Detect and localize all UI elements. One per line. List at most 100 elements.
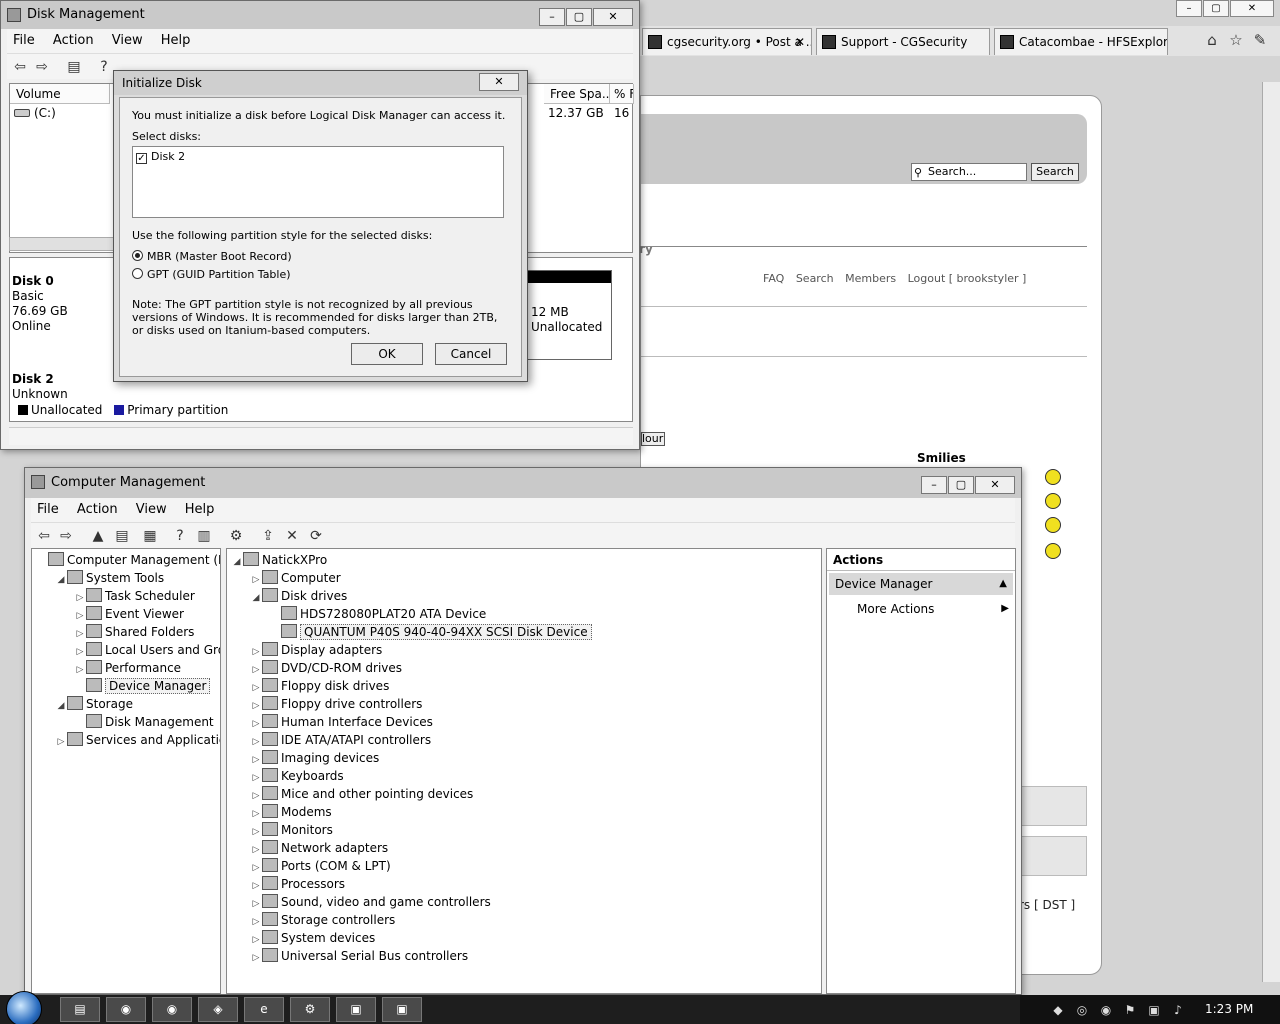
disk-list-item[interactable]: ✓ Disk 2 bbox=[136, 150, 185, 164]
device-tree-item-keyboards[interactable]: ▷ Keyboards bbox=[250, 767, 344, 785]
faq-link[interactable]: FAQ bbox=[763, 272, 784, 285]
menu-help[interactable]: Help bbox=[161, 33, 191, 48]
maximize-button[interactable]: ▢ bbox=[566, 8, 592, 26]
device-tree-item-sound-video-and-game-controllers[interactable]: ▷ Sound, video and game controllers bbox=[250, 893, 491, 911]
help-icon[interactable]: ? bbox=[95, 58, 113, 76]
wrench-icon[interactable]: ✎ bbox=[1250, 30, 1270, 50]
taskbar-button[interactable]: ▤ bbox=[60, 997, 100, 1022]
minimize-button[interactable]: – bbox=[539, 8, 565, 26]
logout-link[interactable]: Logout [ brookstyler ] bbox=[908, 272, 1027, 285]
browser-close-button[interactable]: ✕ bbox=[1230, 0, 1274, 17]
home-icon[interactable]: ⌂ bbox=[1202, 30, 1222, 50]
menu-view[interactable]: View bbox=[112, 33, 143, 48]
expand-arrow-icon[interactable]: ▷ bbox=[55, 733, 67, 751]
console-tree-item-local-users-and-groups[interactable]: ▷Local Users and Groups bbox=[74, 641, 220, 659]
search-link[interactable]: Search bbox=[796, 272, 834, 285]
horizontal-scrollbar[interactable] bbox=[9, 237, 129, 251]
browser-tab[interactable]: cgsecurity.org • Post a ... ✕ bbox=[642, 28, 812, 55]
more-actions-item[interactable]: More Actions ▶ bbox=[857, 599, 1009, 619]
members-link[interactable]: Members bbox=[845, 272, 896, 285]
properties-icon[interactable]: ▦ bbox=[141, 527, 159, 545]
browser-minimize-button[interactable]: – bbox=[1176, 0, 1202, 17]
forward-icon[interactable]: ⇨ bbox=[57, 527, 75, 545]
close-tab-icon[interactable]: ✕ bbox=[795, 29, 805, 55]
scan-hardware-icon[interactable]: ⚙ bbox=[227, 527, 245, 545]
menu-view[interactable]: View bbox=[136, 502, 167, 517]
forum-search-button[interactable]: Search bbox=[1031, 163, 1079, 181]
tray-flag-icon[interactable]: ⚑ bbox=[1122, 1002, 1138, 1018]
taskbar-button[interactable]: ⚙ bbox=[290, 997, 330, 1022]
minimize-button[interactable]: – bbox=[921, 476, 947, 494]
device-tree-item-universal-serial-bus-controllers[interactable]: ▷ Universal Serial Bus controllers bbox=[250, 947, 468, 965]
device-tree-item-storage-controllers[interactable]: ▷ Storage controllers bbox=[250, 911, 395, 929]
device-tree-item-disk-drives[interactable]: ◢ Disk drives bbox=[250, 587, 347, 605]
device-tree-item-network-adapters[interactable]: ▷ Network adapters bbox=[250, 839, 388, 857]
column-volume[interactable]: Volume bbox=[10, 84, 110, 104]
clock[interactable]: 1:23 PM bbox=[1205, 995, 1253, 1024]
expand-arrow-icon[interactable]: ◢ bbox=[250, 589, 262, 607]
device-tree-item-display-adapters[interactable]: ▷ Display adapters bbox=[250, 641, 382, 659]
mbr-option[interactable]: MBR (Master Boot Record) bbox=[132, 250, 292, 263]
menu-help[interactable]: Help bbox=[185, 502, 215, 517]
collapse-icon[interactable]: ▲ bbox=[999, 573, 1007, 595]
device-tree-item-dvd-cd-rom-drives[interactable]: ▷ DVD/CD-ROM drives bbox=[250, 659, 402, 677]
device-tree-item-human-interface-devices[interactable]: ▷ Human Interface Devices bbox=[250, 713, 433, 731]
mbr-radio[interactable] bbox=[132, 250, 143, 261]
device-tree-item-processors[interactable]: ▷ Processors bbox=[250, 875, 345, 893]
action-pane-icon[interactable]: ▥ bbox=[195, 527, 213, 545]
console-tree-icon[interactable]: ▤ bbox=[65, 58, 83, 76]
volume-row[interactable]: (C:) bbox=[14, 106, 56, 120]
device-tree-item-monitors[interactable]: ▷ Monitors bbox=[250, 821, 333, 839]
cancel-button[interactable]: Cancel bbox=[435, 343, 507, 365]
smiley-icon[interactable] bbox=[1045, 493, 1061, 509]
expand-arrow-icon[interactable]: ◢ bbox=[231, 553, 243, 571]
browser-scrollbar[interactable] bbox=[1262, 82, 1280, 982]
help-icon[interactable]: ? bbox=[171, 527, 189, 545]
column-free-space[interactable]: Free Spa... bbox=[544, 84, 610, 104]
smiley-icon[interactable] bbox=[1045, 469, 1061, 485]
disk0-label[interactable]: Disk 0 Basic 76.69 GB Online bbox=[12, 274, 116, 334]
tray-connection-icon[interactable]: ▣ bbox=[1146, 1002, 1162, 1018]
smiley-icon[interactable] bbox=[1045, 517, 1061, 533]
menu-action[interactable]: Action bbox=[77, 502, 118, 517]
expand-arrow-icon[interactable]: ◢ bbox=[55, 571, 67, 589]
device-tree-item-quantum-p40s-940-40-94xx-scsi-disk-device[interactable]: QUANTUM P40S 940-40-94XX SCSI Disk Devic… bbox=[269, 623, 592, 641]
smiley-icon[interactable] bbox=[1045, 543, 1061, 559]
device-tree-item-natickxpro[interactable]: ◢ NatickXPro bbox=[231, 551, 327, 569]
console-tree-item-device-manager[interactable]: Device Manager bbox=[74, 677, 211, 695]
menu-file[interactable]: File bbox=[13, 33, 35, 48]
disk2-label[interactable]: Disk 2 Unknown bbox=[12, 372, 116, 402]
gpt-option[interactable]: GPT (GUID Partition Table) bbox=[132, 268, 291, 281]
device-tree-item-modems[interactable]: ▷ Modems bbox=[250, 803, 332, 821]
device-tree-item-floppy-disk-drives[interactable]: ▷ Floppy disk drives bbox=[250, 677, 389, 695]
close-button[interactable]: ✕ bbox=[975, 476, 1015, 494]
show-hide-tree-icon[interactable]: ▤ bbox=[113, 527, 131, 545]
browser-tab[interactable]: Catacombae - HFSExplorer bbox=[994, 28, 1168, 55]
maximize-button[interactable]: ▢ bbox=[948, 476, 974, 494]
back-icon[interactable]: ⇦ bbox=[11, 58, 29, 76]
taskbar-button[interactable]: ◈ bbox=[198, 997, 238, 1022]
dialog-close-button[interactable]: ✕ bbox=[479, 73, 519, 91]
taskbar-button[interactable]: ◉ bbox=[152, 997, 192, 1022]
console-tree-item-performance[interactable]: ▷ Performance bbox=[74, 659, 181, 677]
tray-network-icon[interactable]: ◎ bbox=[1074, 1002, 1090, 1018]
actions-section-device-manager[interactable]: Device Manager ▲ bbox=[829, 573, 1013, 595]
taskbar-button[interactable]: ▣ bbox=[336, 997, 376, 1022]
gpt-radio[interactable] bbox=[132, 268, 143, 279]
font-colour-button[interactable]: lour bbox=[641, 432, 665, 446]
browser-tab[interactable]: Support - CGSecurity bbox=[816, 28, 990, 55]
disk0-unallocated-partition[interactable]: 12 MB Unallocated bbox=[522, 270, 612, 360]
tray-app-icon[interactable]: ◆ bbox=[1050, 1002, 1066, 1018]
device-tree-item-floppy-drive-controllers[interactable]: ▷ Floppy drive controllers bbox=[250, 695, 422, 713]
device-tree-item-hds728080plat20-ata-device[interactable]: HDS728080PLAT20 ATA Device bbox=[269, 605, 486, 623]
expand-arrow-icon[interactable]: ◢ bbox=[55, 697, 67, 715]
menu-file[interactable]: File bbox=[37, 502, 59, 517]
taskbar-button[interactable]: ▣ bbox=[382, 997, 422, 1022]
star-icon[interactable]: ☆ bbox=[1226, 30, 1246, 50]
enable-device-icon[interactable]: ⟳ bbox=[307, 527, 325, 545]
device-tree-item-ide-ata-atapi-controllers[interactable]: ▷ IDE ATA/ATAPI controllers bbox=[250, 731, 431, 749]
up-folder-icon[interactable]: ▲ bbox=[89, 527, 107, 545]
advanced-search-link[interactable]: Advanced search bbox=[981, 182, 1075, 195]
device-tree-item-computer[interactable]: ▷ Computer bbox=[250, 569, 341, 587]
tray-volume-icon[interactable]: ♪ bbox=[1170, 1002, 1186, 1018]
